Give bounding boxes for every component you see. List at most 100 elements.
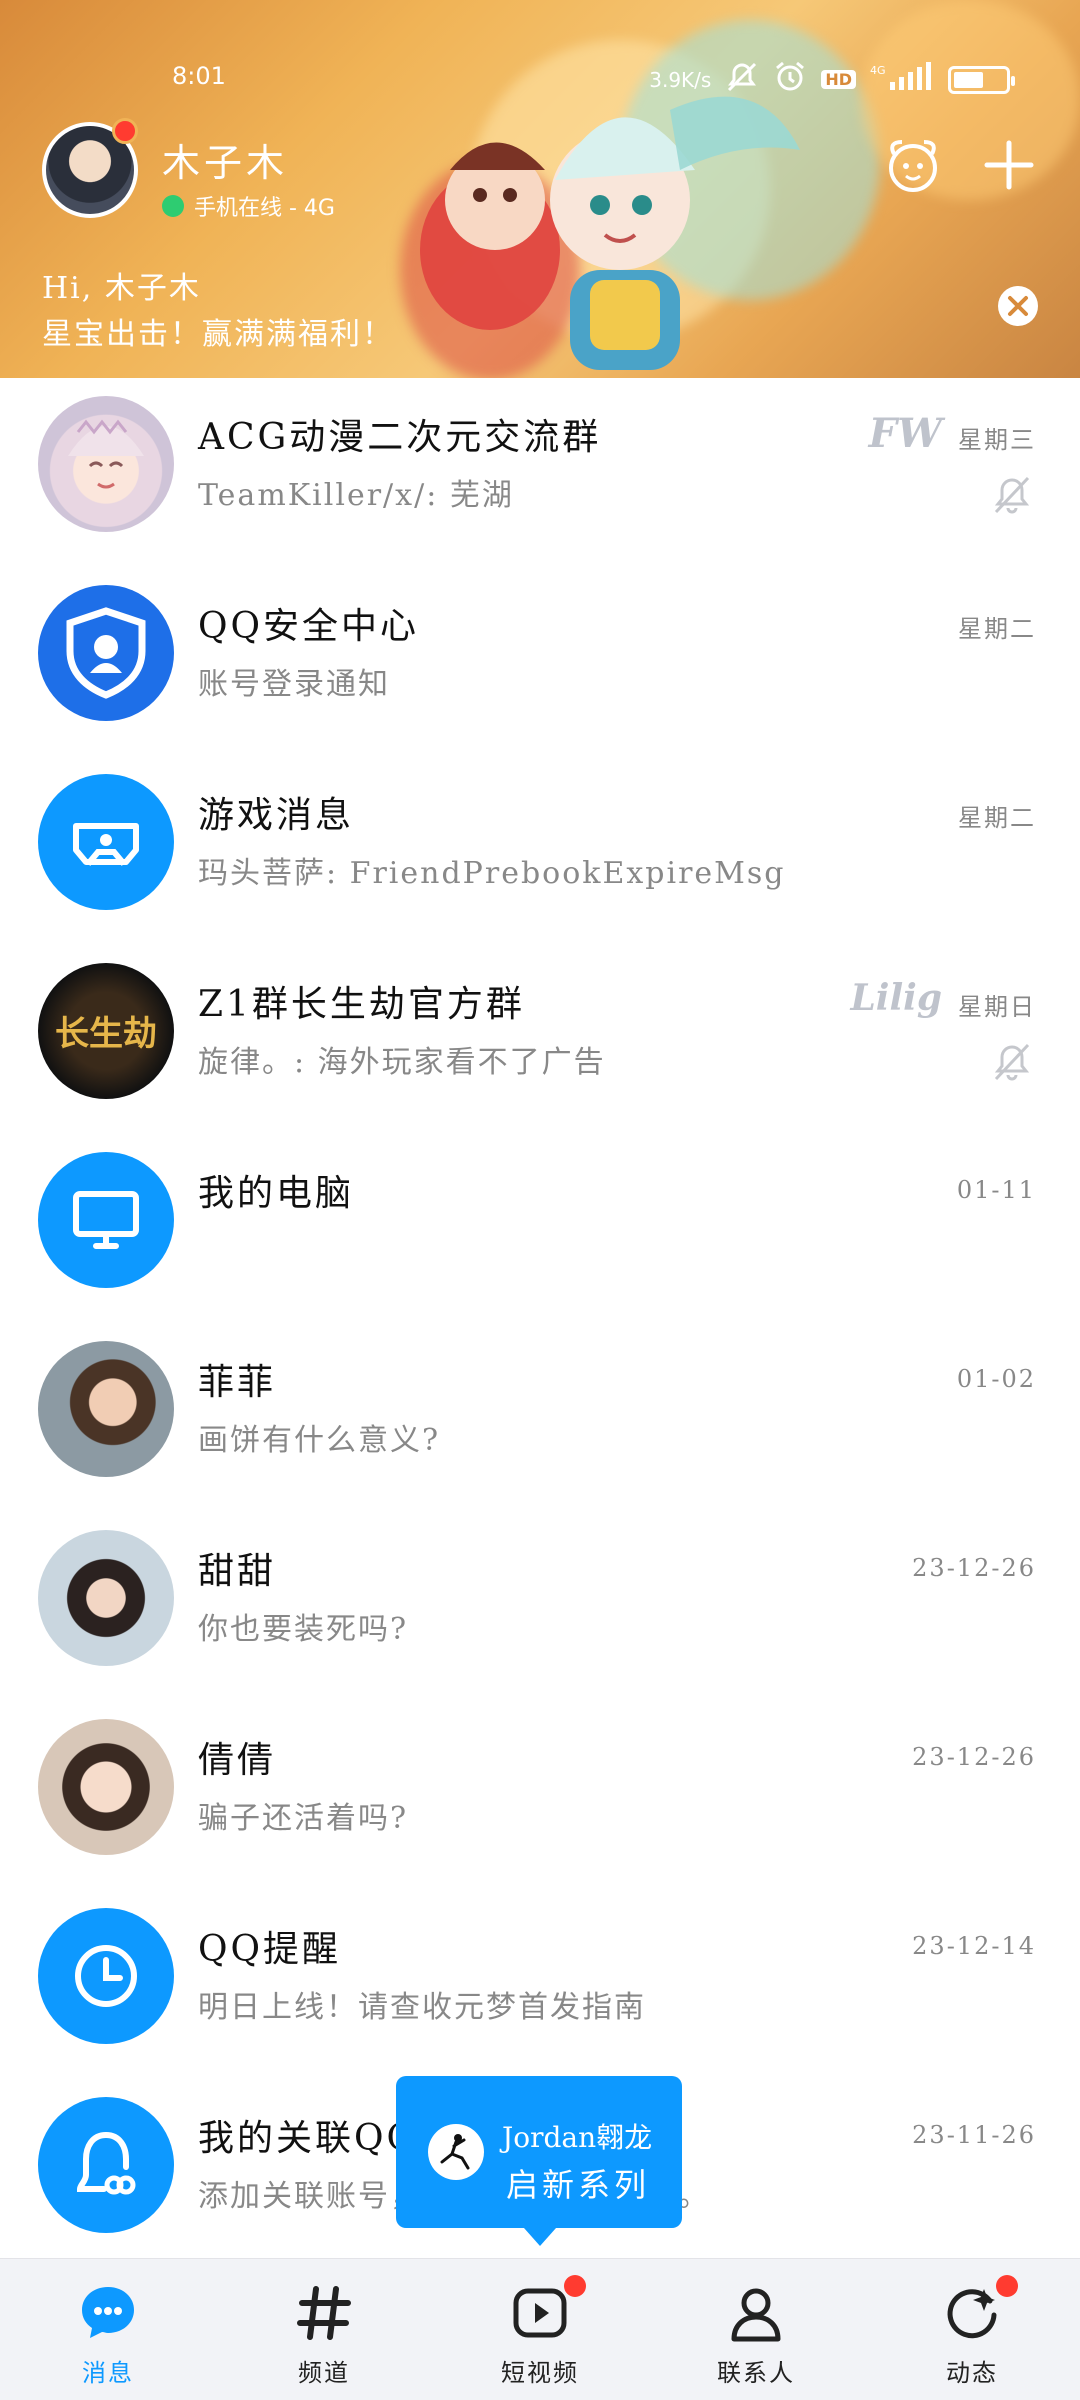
chat-item-qianqian[interactable]: 倩倩 骗子还活着吗? 23-12-26	[0, 1701, 1080, 1890]
chat-time: 23-12-26	[912, 1743, 1036, 1771]
chat-time: 星期二	[958, 615, 1036, 643]
chat-title: 倩倩	[198, 1740, 277, 1781]
header-banner[interactable]: 8:01 3.9K/s HD 4G 木子木 手机在线 - 4G Hi, 木子木 …	[0, 0, 1080, 378]
chat-preview: 你也要装死吗?	[198, 1612, 409, 1647]
avatar: 长生劫	[38, 963, 174, 1099]
avatar	[38, 1530, 174, 1666]
chat-preview: 旋律。: 海外玩家看不了广告	[198, 1045, 606, 1080]
status-bar: 8:01 3.9K/s HD 4G	[0, 56, 1080, 96]
avatar	[38, 1152, 174, 1288]
chat-title: 游戏消息	[198, 795, 355, 836]
chat-title: QQ安全中心	[198, 606, 420, 647]
notification-badge	[996, 2275, 1018, 2297]
chat-time: 23-12-14	[912, 1932, 1036, 1960]
chat-time: 01-02	[956, 1365, 1036, 1393]
chat-item-my-computer[interactable]: 我的电脑 01-11	[0, 1134, 1080, 1323]
avatar	[38, 396, 174, 532]
nav-label: 频道	[298, 2359, 350, 2387]
plus-icon	[984, 140, 1034, 190]
promo-text[interactable]: Hi, 木子木 星宝出击！赢满满福利！	[42, 266, 394, 358]
person-icon	[731, 2288, 781, 2342]
svg-text:长生劫: 长生劫	[55, 1014, 157, 1054]
online-dot-icon	[162, 195, 184, 217]
close-banner-button[interactable]	[998, 286, 1038, 326]
online-status-text: 手机在线 - 4G	[194, 196, 335, 221]
net-speed: 3.9K/s	[649, 67, 712, 92]
signal-icon: 4G	[870, 62, 934, 97]
chat-preview: 账号登录通知	[198, 667, 390, 702]
banner-illustration	[420, 96, 800, 370]
nav-moments[interactable]: 动态	[864, 2259, 1080, 2400]
penguin-mascot-icon	[889, 140, 937, 192]
chat-preview: TeamKiller/x/: 芜湖	[198, 478, 514, 513]
chat-item-game-messages[interactable]: 游戏消息 玛头菩萨: FriendPrebookExpireMsg 星期二	[0, 756, 1080, 945]
chat-preview: 玛头菩萨: FriendPrebookExpireMsg	[198, 856, 786, 891]
avatar	[38, 585, 174, 721]
chat-item-qq-reminder[interactable]: QQ提醒 明日上线！请查收元梦首发指南 23-12-14	[0, 1890, 1080, 2079]
chat-item-feifei[interactable]: 菲菲 画饼有什么意义? 01-02	[0, 1323, 1080, 1512]
alarm-icon	[773, 60, 807, 99]
chat-title: 我的关联QQ	[198, 2118, 420, 2159]
chat-item-qq-security[interactable]: QQ安全中心 账号登录通知 星期二	[0, 567, 1080, 756]
promo-line-2: 星宝出击！赢满满福利！	[42, 317, 394, 352]
jordan-logo-icon	[428, 2124, 484, 2180]
svg-text:4G: 4G	[870, 64, 886, 77]
ad-line-2: 启新系列	[506, 2166, 651, 2204]
add-button[interactable]	[974, 130, 1044, 200]
battery-icon	[948, 65, 1015, 94]
gamepad-icon	[73, 823, 139, 866]
notification-badge	[564, 2275, 586, 2297]
monitor-icon	[73, 1191, 139, 1249]
mute-status-icon	[725, 62, 759, 97]
avatar	[38, 2097, 174, 2233]
chat-title: 菲菲	[198, 1362, 277, 1403]
chat-time: 星期日	[958, 993, 1036, 1021]
muted-bell-icon	[994, 476, 1030, 514]
nav-contacts[interactable]: 联系人	[648, 2259, 864, 2400]
chat-list: ACG动漫二次元交流群 TeamKiller/x/: 芜湖 FW 星期三 QQ安…	[0, 378, 1080, 2268]
shield-icon	[66, 607, 146, 699]
nav-messages[interactable]: 消息	[0, 2259, 216, 2400]
clock-icon	[75, 1945, 137, 2007]
user-name[interactable]: 木子木	[162, 132, 288, 187]
hd-badge: HD	[821, 70, 856, 89]
refresh-star-icon	[947, 2289, 997, 2339]
status-time: 8:01	[172, 62, 226, 90]
chat-title: ACG动漫二次元交流群	[198, 417, 602, 458]
nav-channels[interactable]: 频道	[216, 2259, 432, 2400]
chat-item-z1-group[interactable]: 长生劫 Z1群长生劫官方群 旋律。: 海外玩家看不了广告 Lilig 星期日	[0, 945, 1080, 1134]
avatar	[38, 774, 174, 910]
chat-preview: 画饼有什么意义?	[198, 1423, 441, 1458]
chat-item-tiantian[interactable]: 甜甜 你也要装死吗? 23-12-26	[0, 1512, 1080, 1701]
hashtag-icon	[297, 2286, 351, 2340]
chat-title: 甜甜	[198, 1551, 277, 1592]
avatar	[38, 1908, 174, 2044]
muted-bell-icon	[994, 1043, 1030, 1081]
chat-time: 01-11	[956, 1176, 1036, 1204]
chat-preview: 明日上线！请查收元梦首发指南	[198, 1990, 646, 2025]
avatar-notification-dot	[112, 118, 138, 144]
close-icon	[1008, 296, 1028, 316]
chat-title: QQ提醒	[198, 1929, 342, 1970]
chat-title: 我的电脑	[198, 1173, 355, 1214]
nav-label: 消息	[82, 2359, 134, 2387]
chat-preview: 骗子还活着吗?	[198, 1801, 409, 1836]
group-tag: Lilig	[850, 977, 942, 1019]
linked-account-icon	[76, 2132, 136, 2195]
bottom-nav: 消息 频道 短视频 联系人 动态	[0, 2258, 1080, 2400]
promo-line-1: Hi, 木子木	[42, 271, 201, 306]
avatar	[38, 1341, 174, 1477]
play-video-icon	[513, 2288, 567, 2338]
chat-bubble-icon	[82, 2287, 134, 2338]
chat-item-acg-group[interactable]: ACG动漫二次元交流群 TeamKiller/x/: 芜湖 FW 星期三	[0, 378, 1080, 567]
nav-label: 短视频	[501, 2359, 579, 2387]
nav-label: 联系人	[717, 2359, 795, 2387]
group-tag: FW	[868, 410, 942, 457]
nav-short-video[interactable]: 短视频	[432, 2259, 648, 2400]
mascot-button[interactable]	[878, 130, 948, 200]
chat-title: Z1群长生劫官方群	[198, 984, 525, 1025]
avatar	[38, 1719, 174, 1855]
jordan-ad-popup[interactable]: Jordan翱龙 启新系列	[396, 2076, 682, 2246]
ad-line-1: Jordan翱龙	[502, 2121, 653, 2154]
online-status[interactable]: 手机在线 - 4G	[162, 190, 335, 222]
